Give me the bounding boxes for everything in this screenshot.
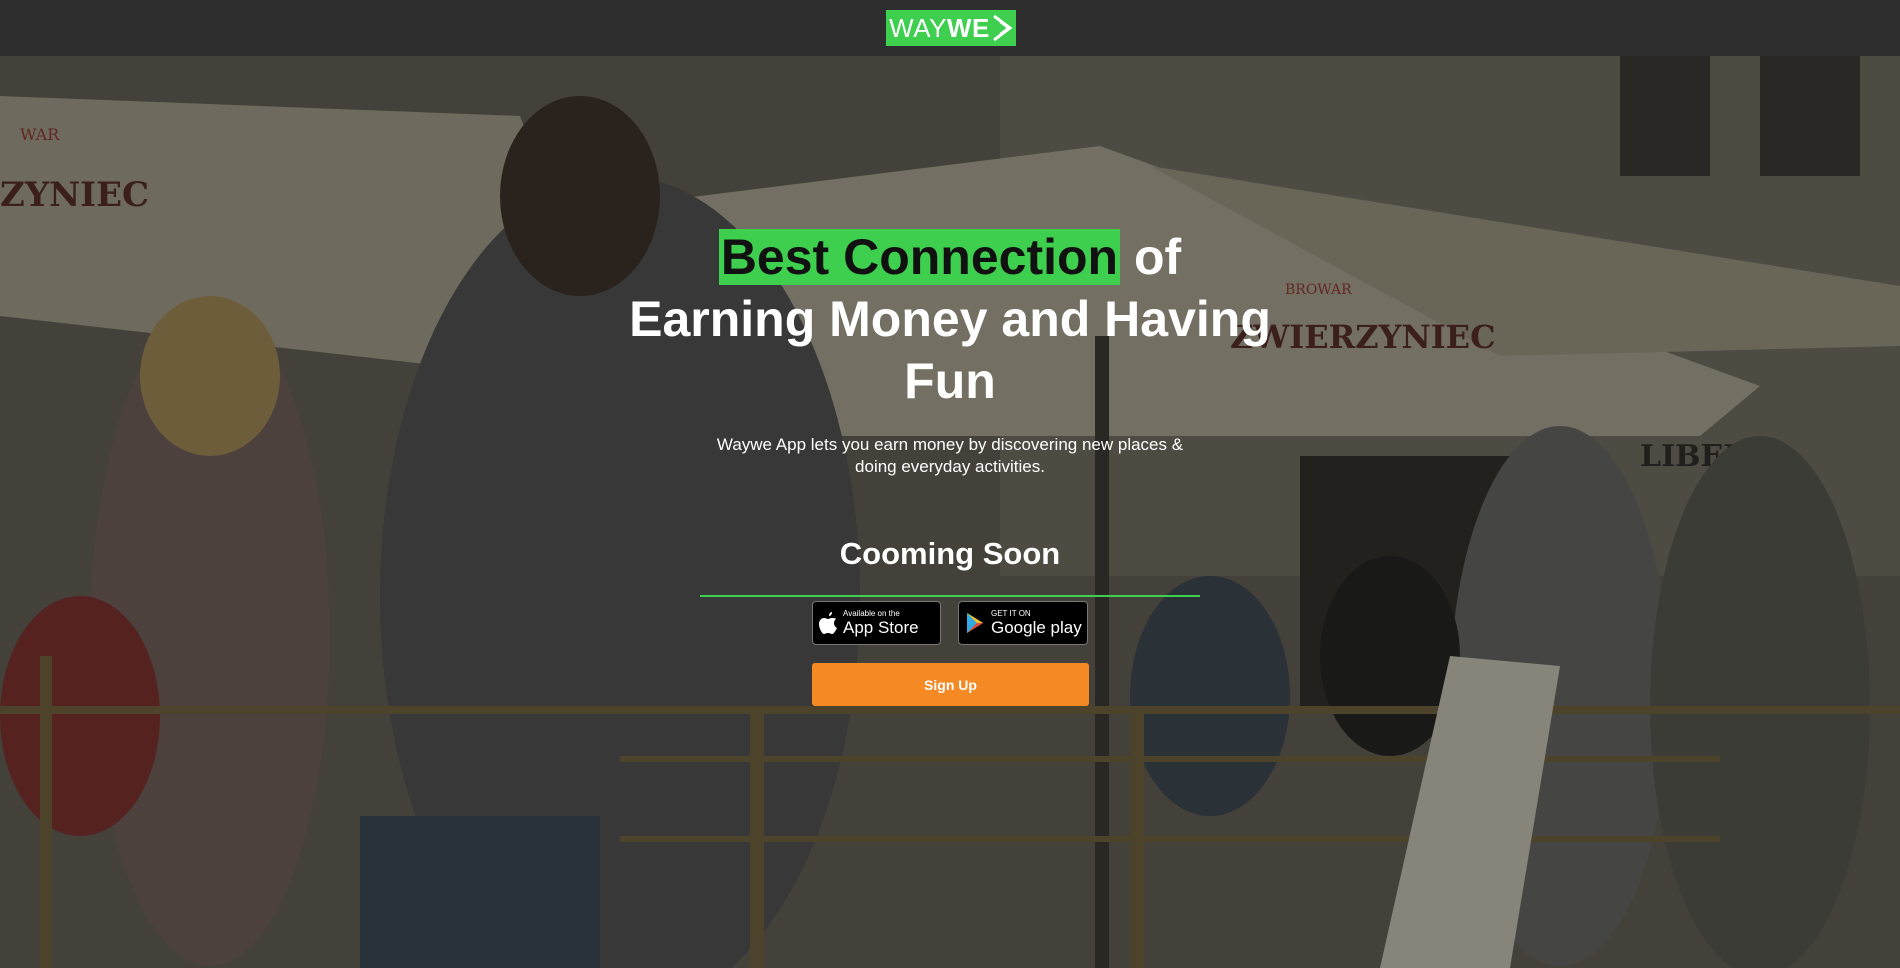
- apple-icon: [819, 612, 837, 634]
- hero-content: Best Connection of Earning Money and Hav…: [0, 56, 1900, 968]
- headline-rest: of: [1120, 229, 1182, 285]
- google-play-icon: [967, 613, 983, 633]
- headline-line-2: Earning Money and Having: [629, 291, 1271, 347]
- headline-line-3: Fun: [904, 353, 996, 409]
- hero-section: WAR ZYNIEC ZWIERZYNIEC BROWAR LIBER Best…: [0, 56, 1900, 968]
- waywe-logo[interactable]: WAY WE: [886, 10, 1016, 46]
- google-play-badge[interactable]: GET IT ON Google play: [958, 601, 1088, 645]
- green-divider: [700, 595, 1200, 597]
- logo-text-way: WAY: [889, 13, 947, 43]
- coming-soon-heading: Cooming Soon: [839, 536, 1061, 571]
- arrow-right-icon: [992, 14, 1013, 42]
- app-store-badge[interactable]: Available on the App Store: [812, 601, 941, 645]
- top-navigation-bar: WAY WE: [0, 0, 1900, 56]
- google-play-big-text: Google play: [991, 618, 1082, 637]
- hero-subtext: Waywe App lets you earn money by discove…: [716, 435, 1184, 476]
- sign-up-button[interactable]: Sign Up: [812, 663, 1089, 706]
- app-store-small-text: Available on the: [843, 609, 900, 618]
- google-play-small-text: GET IT ON: [991, 609, 1031, 618]
- logo-text-we: WE: [946, 13, 990, 43]
- hero-headline: Best Connection of Earning Money and Hav…: [550, 226, 1350, 412]
- headline-highlight: Best Connection: [718, 229, 1121, 285]
- app-store-big-text: App Store: [843, 618, 919, 637]
